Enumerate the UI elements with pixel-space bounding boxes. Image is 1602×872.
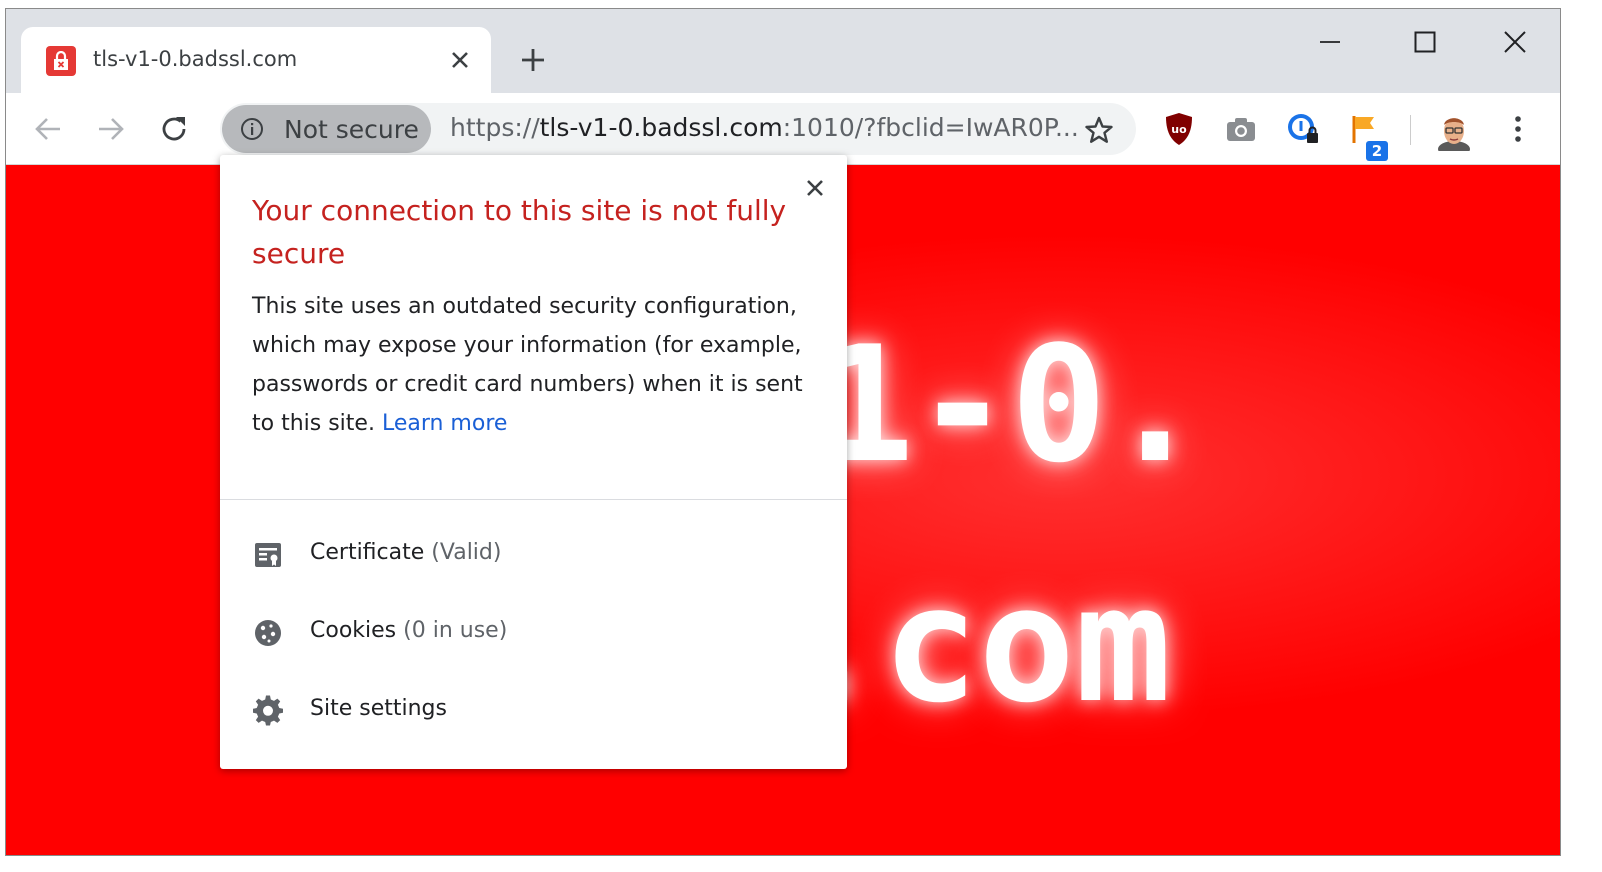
popup-body: This site uses an outdated security conf…: [252, 287, 812, 443]
ublock-icon[interactable]: uo: [1159, 109, 1199, 149]
camera-icon[interactable]: [1221, 109, 1261, 149]
browser-window: tls-v1-0.badssl.com Not secure https://t…: [5, 8, 1561, 856]
security-chip[interactable]: Not secure: [222, 105, 431, 153]
url-rest: :1010/?fbclid=IwAR0P...: [782, 113, 1079, 142]
browser-tab[interactable]: tls-v1-0.badssl.com: [21, 27, 491, 93]
new-tab-icon[interactable]: [516, 43, 550, 77]
learn-more-link[interactable]: Learn more: [382, 411, 507, 436]
toolbar-separator: [1410, 115, 1411, 145]
gear-icon: [253, 695, 283, 726]
popup-title: Your connection to this site is not full…: [252, 194, 787, 270]
popup-close-icon[interactable]: [800, 173, 830, 203]
page-heading-line1: 1-0.: [818, 311, 1204, 498]
lock-error-favicon-icon: [46, 46, 76, 76]
certificate-status: (Valid): [431, 540, 502, 565]
maximize-icon[interactable]: [1399, 23, 1451, 61]
popup-body-text: This site uses an outdated security conf…: [252, 294, 803, 436]
tab-close-icon[interactable]: [445, 45, 475, 75]
certificate-icon: [255, 543, 281, 567]
password-manager-icon[interactable]: [1283, 109, 1323, 149]
cookies-label: Cookies (0 in use): [310, 618, 507, 643]
certificate-row[interactable]: Certificate (Valid): [220, 521, 847, 589]
flag-badge: 2: [1366, 141, 1388, 161]
info-icon: [241, 118, 263, 140]
url-host: tls-v1-0.badssl.com: [539, 113, 783, 142]
forward-icon[interactable]: [91, 109, 131, 149]
reload-icon[interactable]: [154, 109, 194, 149]
certificate-label-text: Certificate: [310, 540, 425, 565]
bookmark-star-icon[interactable]: [1084, 115, 1114, 145]
site-settings-label: Site settings: [310, 696, 447, 721]
cookies-row[interactable]: Cookies (0 in use): [220, 599, 847, 667]
url-scheme: https://: [450, 113, 540, 142]
cookies-count: (0 in use): [403, 618, 508, 643]
svg-text:uo: uo: [1171, 123, 1187, 136]
back-icon[interactable]: [28, 109, 68, 149]
popup-divider: [220, 499, 847, 500]
site-info-popup: Your connection to this site is not full…: [220, 155, 847, 769]
tab-strip: tls-v1-0.badssl.com: [6, 9, 1560, 93]
site-settings-row[interactable]: Site settings: [220, 677, 847, 745]
avatar[interactable]: [1436, 113, 1472, 157]
url-text[interactable]: https://tls-v1-0.badssl.com:1010/?fbclid…: [450, 113, 1079, 142]
more-menu-icon[interactable]: [1498, 109, 1538, 149]
certificate-label: Certificate (Valid): [310, 540, 501, 565]
security-chip-label: Not secure: [284, 115, 419, 144]
tab-title: tls-v1-0.badssl.com: [93, 47, 298, 71]
minimize-icon[interactable]: [1304, 23, 1356, 61]
window-close-icon[interactable]: [1489, 23, 1541, 61]
omnibox[interactable]: Not secure https://tls-v1-0.badssl.com:1…: [220, 103, 1136, 155]
cookie-icon: [255, 620, 281, 646]
cookies-label-text: Cookies: [310, 618, 397, 643]
